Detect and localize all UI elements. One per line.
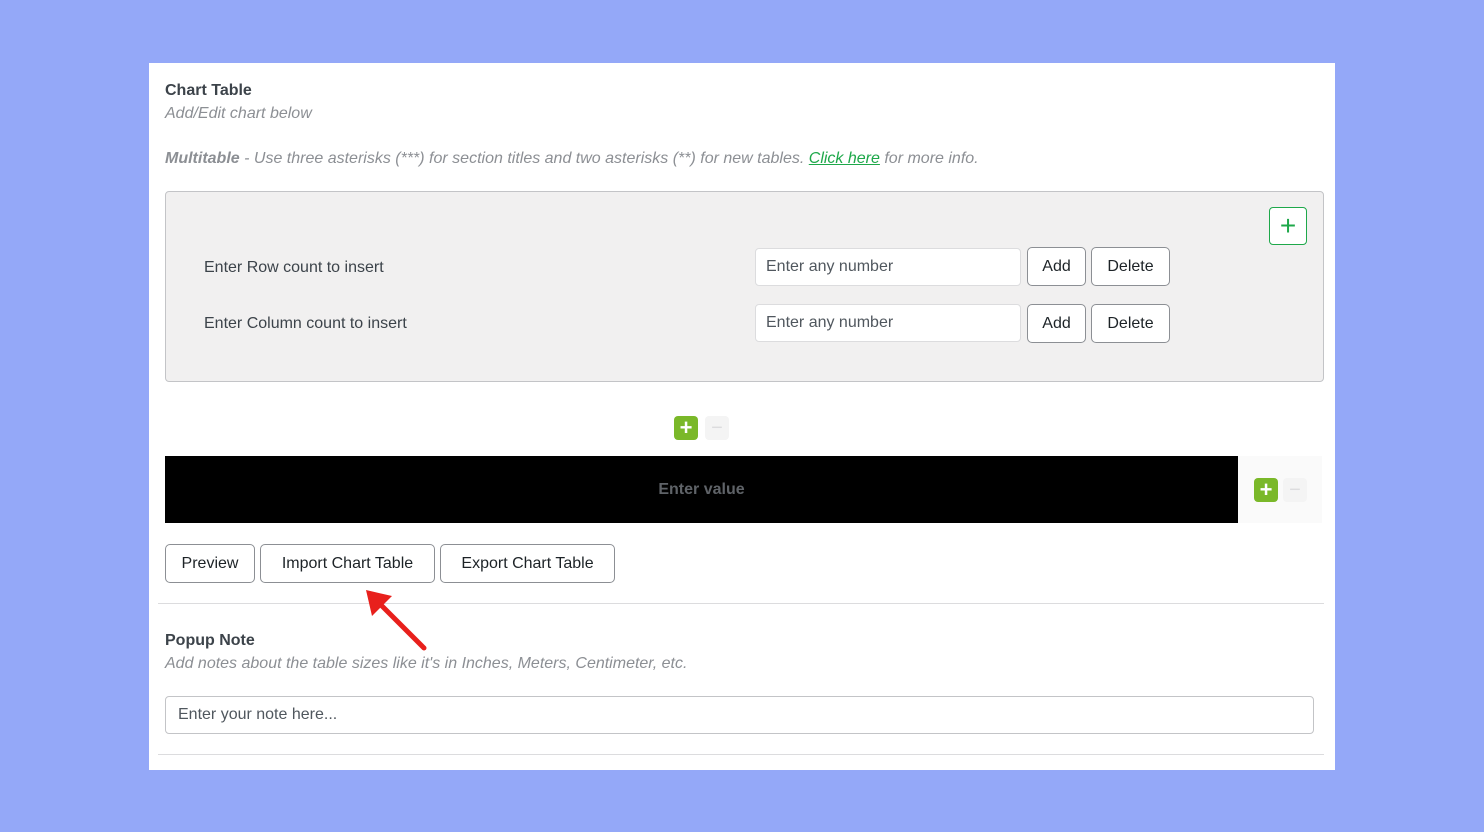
row-count-input[interactable] [755, 248, 1021, 286]
add-row-button[interactable]: Add [1027, 247, 1086, 286]
column-count-input[interactable] [755, 304, 1021, 342]
chart-table-title: Chart Table [165, 82, 252, 99]
delete-row-button[interactable]: Delete [1091, 247, 1170, 286]
row-controls: + − [1238, 456, 1322, 523]
column-count-label: Enter Column count to insert [204, 315, 407, 332]
chart-table-subtitle: Add/Edit chart below [165, 105, 312, 122]
add-column-button[interactable]: Add [1027, 304, 1086, 343]
preview-button[interactable]: Preview [165, 544, 255, 583]
multitable-text: - Use three asterisks (***) for section … [239, 150, 809, 167]
multitable-help: Multitable - Use three asterisks (***) f… [165, 150, 979, 168]
plus-icon[interactable]: + [1269, 207, 1307, 245]
insert-controls-box: + Enter Row count to insert Add Delete E… [165, 191, 1324, 382]
add-row-icon[interactable]: + [1254, 478, 1278, 502]
delete-column-button[interactable]: Delete [1091, 304, 1170, 343]
import-chart-table-button[interactable]: Import Chart Table [260, 544, 435, 583]
remove-row-icon[interactable]: − [1283, 478, 1307, 502]
section-divider [158, 754, 1324, 755]
add-column-icon[interactable]: + [674, 416, 698, 440]
export-chart-table-button[interactable]: Export Chart Table [440, 544, 615, 583]
table-cell[interactable]: Enter value [165, 456, 1238, 523]
settings-panel: Chart Table Add/Edit chart below Multita… [149, 63, 1335, 770]
popup-note-input[interactable] [165, 696, 1314, 734]
section-divider [158, 603, 1324, 604]
annotation-arrow-icon [366, 590, 427, 651]
more-info-text: for more info. [879, 150, 979, 167]
popup-note-subtitle: Add notes about the table sizes like it'… [165, 655, 688, 672]
click-here-link[interactable]: Click here [809, 150, 880, 167]
popup-note-title: Popup Note [165, 632, 255, 649]
row-count-label: Enter Row count to insert [204, 259, 384, 276]
remove-column-icon[interactable]: − [705, 416, 729, 440]
multitable-label: Multitable [165, 150, 240, 167]
